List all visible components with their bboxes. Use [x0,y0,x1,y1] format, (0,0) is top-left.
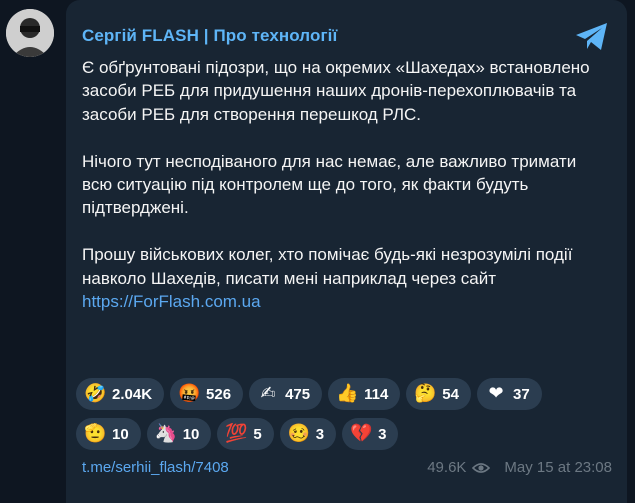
post-link[interactable]: t.me/serhii_flash/7408 [82,459,229,476]
reaction-chip[interactable]: 👍 114 [328,378,401,410]
reaction-chip[interactable]: 💔 3 [342,418,399,450]
reactions-row-2: 🫡 10 🦄 10 💯 5 🥴 3 💔 3 [76,418,616,450]
post-date: May 15 at 23:08 [504,459,612,476]
reaction-count: 526 [206,385,232,403]
thumbs-up-icon: 👍 [336,383,359,404]
reaction-chip[interactable]: ❤ 37 [476,378,542,410]
reaction-count: 475 [285,385,311,403]
reaction-chip[interactable]: 🤬 526 [170,378,244,410]
reaction-count: 37 [512,385,530,403]
message-bubble: Сергій FLASH | Про технології Є обґрунто… [66,0,627,503]
reaction-count: 5 [253,425,262,443]
view-count: 49.6K [427,459,467,476]
reaction-count: 54 [442,385,459,403]
salute-icon: 🫡 [84,423,107,444]
reaction-chip[interactable]: 💯 5 [217,418,274,450]
reaction-chip[interactable]: 🦄 10 [146,418,212,450]
reaction-count: 3 [315,425,325,443]
telegram-icon[interactable] [575,22,609,52]
reaction-chip[interactable]: ✍ 475 [249,378,323,410]
forflash-link[interactable]: https://ForFlash.com.ua [82,292,261,311]
reaction-count: 3 [378,425,387,443]
post-paragraph-2: Нічого тут несподіваного для нас немає, … [82,151,577,218]
post-paragraph-1: Є обґрунтовані підозри, що на окремих «Ш… [82,58,590,124]
rofl-icon: 🤣 [84,383,107,404]
reactions-bar: 🤣 2.04K 🤬 526 ✍ 475 👍 114 🤔 54 ❤ 37 🫡 10 🦄 10 💯 5 🥴 3 💔 3 [76,378,616,458]
unicorn-icon: 🦄 [154,423,178,444]
reaction-count: 2.04K [112,385,153,403]
post-paragraph-3: Прошу військових колег, хто помічає будь… [82,243,602,313]
red-heart-icon: ❤ [488,383,504,404]
broken-heart-icon: 💔 [350,423,373,444]
reactions-row-1: 🤣 2.04K 🤬 526 ✍ 475 👍 114 🤔 54 ❤ 37 [76,378,616,410]
hundred-points-icon: 💯 [225,423,248,444]
thinking-face-icon: 🤔 [414,383,437,404]
eye-icon [472,462,491,473]
message-meta: 49.6K May 15 at 23:08 [427,459,612,476]
cursing-face-icon: 🤬 [178,383,201,404]
reaction-count: 10 [112,425,129,443]
reaction-chip[interactable]: 🤣 2.04K [76,378,165,410]
reaction-chip[interactable]: 🥴 3 [279,418,337,450]
message-footer: t.me/serhii_flash/7408 49.6K May 15 at 2… [82,459,612,479]
post-text: Є обґрунтовані підозри, що на окремих «Ш… [82,56,602,337]
post-paragraph-3-text: Прошу військових колег, хто помічає будь… [82,245,573,288]
reaction-chip[interactable]: 🫡 10 [76,418,141,450]
channel-avatar[interactable] [6,9,54,57]
reaction-count: 10 [182,425,200,443]
reaction-count: 114 [364,385,389,403]
channel-name[interactable]: Сергій FLASH | Про технології [82,26,337,46]
reaction-chip[interactable]: 🤔 54 [406,378,471,410]
woozy-face-icon: 🥴 [287,423,311,444]
writing-hand-icon: ✍ [260,383,276,404]
